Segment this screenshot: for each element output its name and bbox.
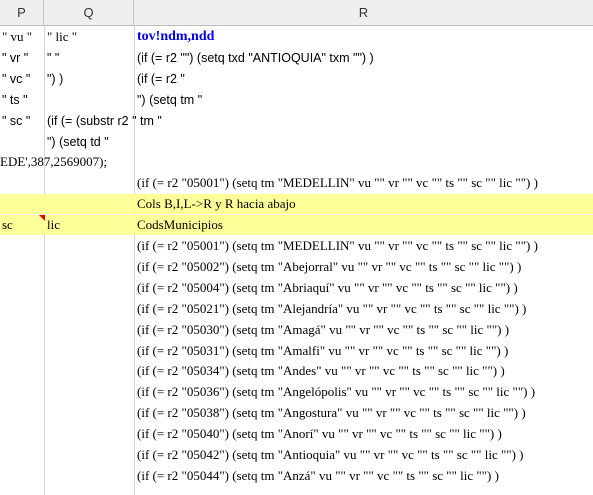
cell-r[interactable]: (if (= r2 "05030") (setq tm "Amagá" vu "…	[137, 320, 509, 340]
cell-p[interactable]: " vr "	[2, 48, 28, 68]
cell-r[interactable]: ") (setq tm "	[137, 90, 202, 110]
cell-q[interactable]: " "	[47, 48, 59, 68]
cell-q[interactable]: ") )	[47, 69, 63, 89]
cell-r[interactable]: Cols B,I,L->R y R hacia abajo	[137, 194, 296, 214]
cell-p[interactable]: " sc "	[2, 111, 30, 131]
cell-p[interactable]: EDE',387,2569007);	[0, 152, 107, 172]
cell-r[interactable]: (if (= r2 "05001") (setq tm "MEDELLIN" v…	[137, 236, 538, 256]
column-header-bar: P Q R	[0, 0, 593, 26]
cell-p[interactable]: " ts "	[2, 90, 28, 110]
table-row: (if (= r2 "05038") (setq tm "Angostura" …	[0, 403, 593, 423]
table-row: EDE',387,2569007);	[0, 152, 593, 172]
table-row: Cols B,I,L->R y R hacia abajo	[0, 194, 593, 215]
cell-q[interactable]: ") (setq td "	[47, 132, 109, 152]
column-header-r[interactable]: R	[134, 0, 593, 25]
cell-r[interactable]: (if (= r2 "05001") (setq tm "MEDELLIN" v…	[137, 173, 538, 193]
table-row: (if (= r2 "05001") (setq tm "MEDELLIN" v…	[0, 236, 593, 256]
table-row: (if (= r2 "05004") (setq tm "Abriaquí" v…	[0, 278, 593, 298]
cell-q[interactable]: lic	[47, 215, 60, 235]
cell-q[interactable]: " lic "	[47, 27, 77, 47]
table-row: (if (= r2 "05040") (setq tm "Anorí" vu "…	[0, 424, 593, 444]
table-row: " vc " ") ) (if (= r2 "	[0, 69, 593, 89]
table-row: (if (= r2 "05042") (setq tm "Antioquia" …	[0, 445, 593, 465]
cell-r[interactable]: (if (= r2 "05042") (setq tm "Antioquia" …	[137, 445, 523, 465]
column-header-q[interactable]: Q	[44, 0, 134, 25]
column-header-p[interactable]: P	[0, 0, 44, 25]
table-row: " ts " ") (setq tm "	[0, 90, 593, 110]
cell-r[interactable]: (if (= r2 "05034") (setq tm "Andes" vu "…	[137, 361, 505, 381]
table-row: (if (= r2 "05031") (setq tm "Amalfi" vu …	[0, 341, 593, 361]
cell-r[interactable]: (if (= r2 "") (setq txd "ANTIOQUIA" txm …	[137, 48, 374, 68]
table-row: sc lic CodsMunicipios	[0, 215, 593, 236]
cell-r[interactable]: (if (= r2 "05002") (setq tm "Abejorral" …	[137, 257, 521, 277]
comment-marker-icon[interactable]	[39, 215, 45, 222]
cell-r[interactable]: (if (= r2 "05044") (setq tm "Anzá" vu ""…	[137, 466, 499, 486]
cell-r[interactable]: (if (= r2 "05031") (setq tm "Amalfi" vu …	[137, 341, 508, 361]
cell-r[interactable]: (if (= r2 "05040") (setq tm "Anorí" vu "…	[137, 424, 502, 444]
cell-p[interactable]: " vc "	[2, 69, 30, 89]
table-row: " vr " " " (if (= r2 "") (setq txd "ANTIOQ…	[0, 48, 593, 68]
cell-r[interactable]: (if (= r2 "	[137, 69, 185, 89]
cell-r[interactable]: CodsMunicipios	[137, 215, 223, 235]
table-row: " vu " " lic " tov!ndm,ndd	[0, 27, 593, 47]
table-row: (if (= r2 "05001") (setq tm "MEDELLIN" v…	[0, 173, 593, 193]
table-row: (if (= r2 "05036") (setq tm "Angelópolis…	[0, 382, 593, 402]
table-row: (if (= r2 "05002") (setq tm "Abejorral" …	[0, 257, 593, 277]
cell-r[interactable]: (if (= r2 "05038") (setq tm "Angostura" …	[137, 403, 526, 423]
table-row: (if (= r2 "05034") (setq tm "Andes" vu "…	[0, 361, 593, 381]
table-row: ") (setq td "	[0, 132, 593, 152]
cell-r[interactable]: (if (= r2 "05036") (setq tm "Angelópolis…	[137, 382, 535, 402]
table-row: " sc " (if (= (substr r2 " tm "	[0, 111, 593, 131]
cell-r[interactable]: (if (= r2 "05021") (setq tm "Alejandría"…	[137, 299, 526, 319]
table-row: (if (= r2 "05044") (setq tm "Anzá" vu ""…	[0, 466, 593, 486]
table-row: (if (= r2 "05030") (setq tm "Amagá" vu "…	[0, 320, 593, 340]
cell-r[interactable]: (if (= r2 "05004") (setq tm "Abriaquí" v…	[137, 278, 518, 298]
cell-p[interactable]: sc	[2, 215, 13, 235]
cell-r[interactable]: tov!ndm,ndd	[137, 27, 214, 47]
table-row: (if (= r2 "05021") (setq tm "Alejandría"…	[0, 299, 593, 319]
cell-p[interactable]: " vu "	[2, 27, 32, 47]
cell-q[interactable]: (if (= (substr r2 " tm "	[47, 111, 162, 131]
